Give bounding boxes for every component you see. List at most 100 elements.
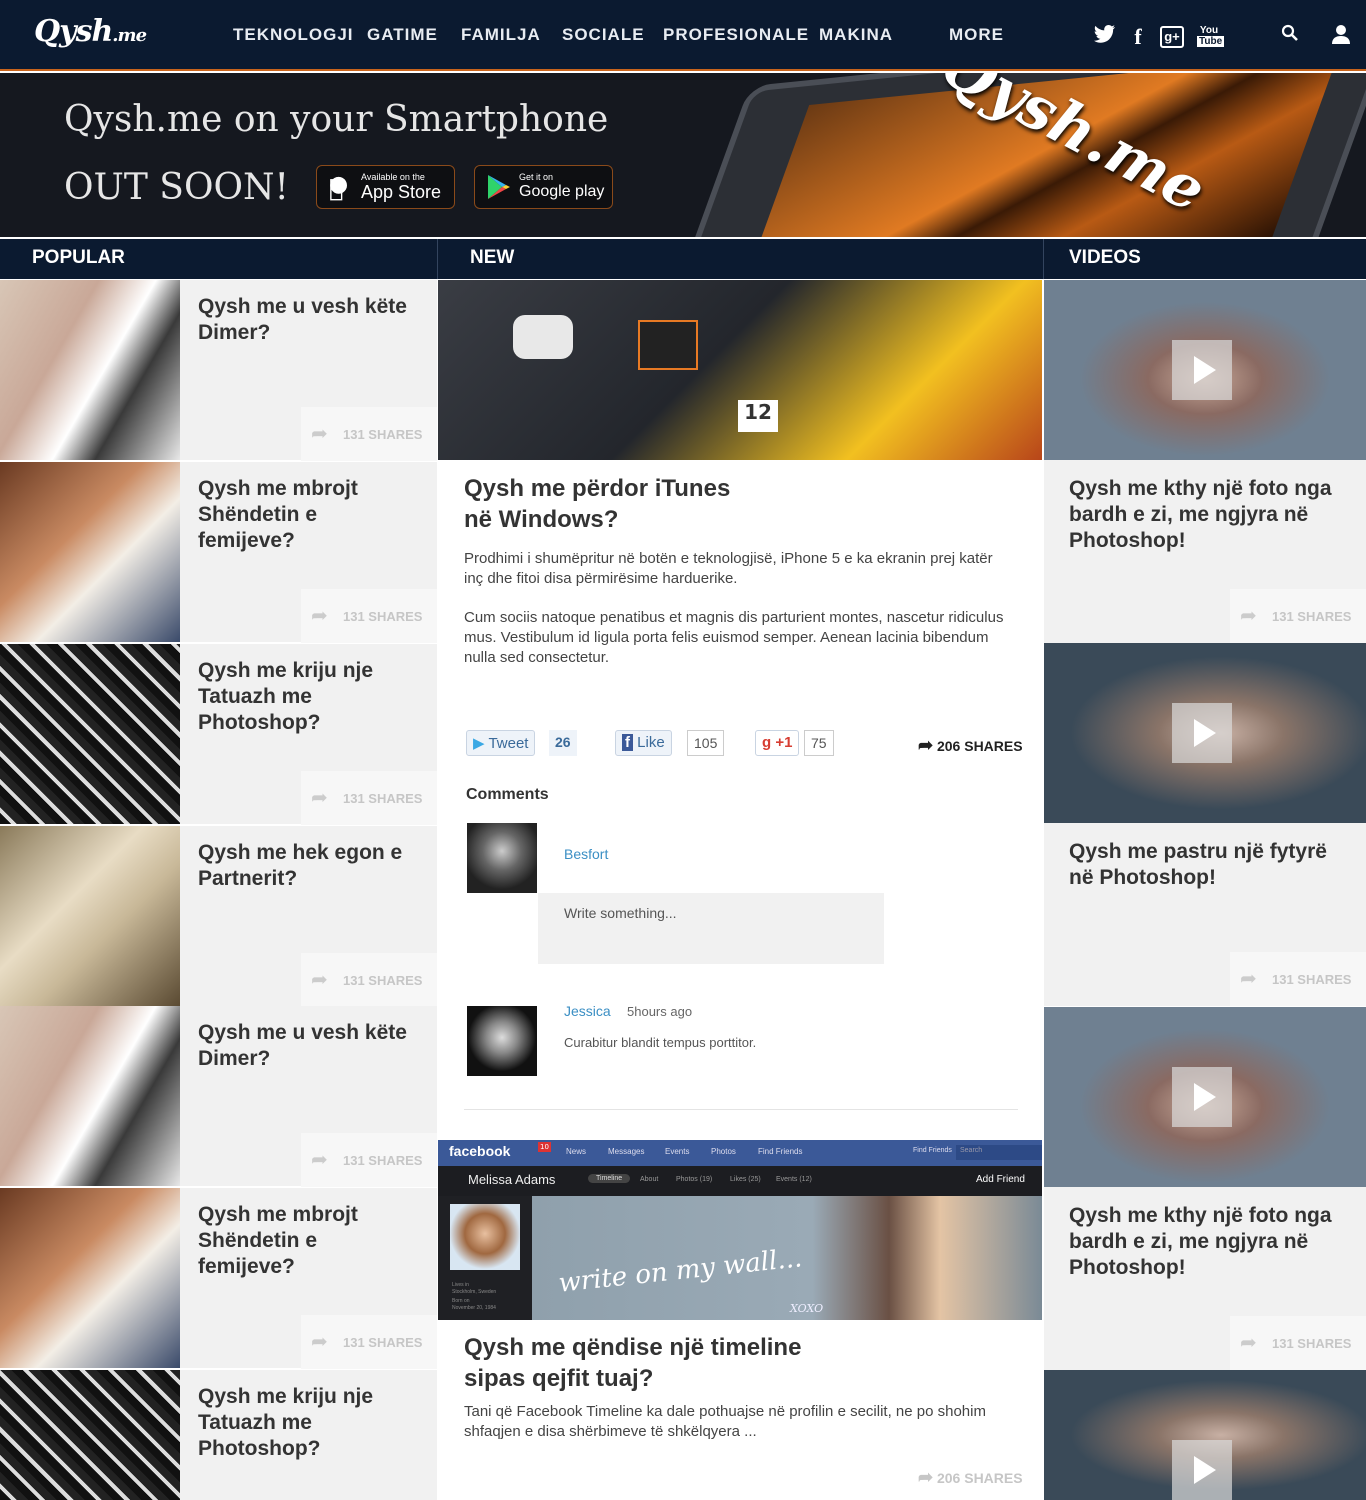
nav-item-gatime[interactable]: GATIME [367, 25, 438, 45]
share-button[interactable]: ➦ 131 SHARES [301, 771, 437, 825]
share-button[interactable]: ➦ 206 SHARES [918, 735, 1023, 756]
fb-search: Search [956, 1145, 1042, 1160]
nav-item-more[interactable]: MORE [949, 25, 1004, 45]
plus-one-button[interactable]: g +1 [755, 730, 800, 756]
popular-item[interactable]: Qysh me kriju nje Tatuazh me Photoshop? … [0, 644, 437, 825]
play-icon[interactable] [1172, 703, 1232, 763]
popular-title[interactable]: Qysh me kriju nje Tatuazh me Photoshop? [198, 658, 408, 736]
fb-subtab: Photos (19) [676, 1176, 713, 1183]
play-icon[interactable] [1172, 1067, 1232, 1127]
twitter-icon[interactable] [1093, 24, 1117, 49]
video-item[interactable]: Qysh me kthy një foto nga bardh e zi, me… [1044, 280, 1366, 643]
popular-item[interactable]: Qysh me u vesh këte Dimer? ➦ 131 SHARES [0, 280, 437, 461]
google-plus-icon[interactable]: g+ [1160, 26, 1184, 48]
google-play-icon [487, 174, 511, 206]
article-title[interactable]: Qysh me përdor iTunes [464, 473, 730, 504]
facebook-f-icon: f [622, 734, 633, 751]
app-promo-banner: Qysh.me Qysh.me on your Smartphone OUT S… [0, 73, 1366, 237]
article-title-line2[interactable]: sipas qejfit tuaj? [464, 1363, 653, 1394]
popular-heading: POPULAR [0, 239, 437, 279]
comment-input[interactable]: Write something... [538, 893, 884, 964]
fb-tab: Events [665, 1147, 690, 1156]
article-title[interactable]: Qysh me qëndise një timeline [464, 1332, 801, 1363]
share-arrow-icon: ➦ [311, 1147, 328, 1171]
share-button[interactable]: ➦ 131 SHARES [1230, 589, 1366, 643]
video-item[interactable]: Qysh me pastru një fytyrë në Photoshop! … [1044, 643, 1366, 1006]
apple-glyph: ● [329, 172, 349, 197]
article-title-line2[interactable]: në Windows? [464, 504, 618, 535]
popular-title[interactable]: Qysh me u vesh këte Dimer? [198, 294, 408, 346]
app-store-button[interactable]:  ● Available on the App Store [316, 165, 455, 209]
avatar [467, 823, 537, 893]
article-thumbnail[interactable] [0, 644, 180, 824]
facebook-timeline-image[interactable]: facebook 10 News Messages Events Photos … [438, 1140, 1042, 1320]
share-button[interactable]: ➦ 131 SHARES [301, 407, 437, 461]
facebook-icon[interactable]: f [1131, 24, 1145, 50]
tweet-button[interactable]: ▶ Tweet [466, 730, 536, 756]
video-title[interactable]: Qysh me pastru një fytyrë në Photoshop! [1069, 839, 1339, 891]
video-thumbnail[interactable] [1044, 1007, 1366, 1187]
share-button[interactable]: ➦ 131 SHARES [301, 589, 437, 643]
fb-subtab: Events (12) [776, 1176, 812, 1183]
article-thumbnail[interactable] [0, 462, 180, 642]
user-icon[interactable] [1331, 24, 1351, 49]
share-button[interactable]: ➦ 131 SHARES [1230, 1316, 1366, 1370]
comment-user-name[interactable]: Besfort [564, 846, 608, 862]
popular-item[interactable]: Qysh me mbrojt Shëndetin e femijeve? ➦ 13… [0, 1188, 437, 1369]
share-button[interactable]: ➦ 131 SHARES [301, 1133, 437, 1187]
popular-title[interactable]: Qysh me mbrojt Shëndetin e femijeve? [198, 476, 408, 554]
article-thumbnail[interactable] [0, 1006, 180, 1186]
popular-item[interactable]: Qysh me kriju nje Tatuazh me Photoshop? [0, 1370, 437, 1500]
fb-subtab: Timeline [588, 1174, 631, 1183]
like-button[interactable]: f Like [615, 730, 672, 756]
fb-cover-text: write on my wall... [557, 1243, 804, 1299]
video-title[interactable]: Qysh me kthy një foto nga bardh e zi, me… [1069, 476, 1339, 554]
nav-item-familja[interactable]: FAMILJA [461, 25, 541, 45]
popular-title[interactable]: Qysh me hek egon e Partnerit? [198, 840, 408, 892]
video-item[interactable] [1044, 1370, 1366, 1500]
popular-title[interactable]: Qysh me u vesh këte Dimer? [198, 1020, 408, 1072]
article-excerpt: Prodhimi i shumëpritur në botën e teknol… [464, 550, 993, 587]
article-thumbnail[interactable] [0, 826, 180, 1006]
nav-item-sociale[interactable]: SOCIALE [562, 25, 645, 45]
video-thumbnail[interactable] [1044, 1370, 1366, 1500]
fb-lives-in: Lives in [452, 1282, 469, 1288]
popular-title[interactable]: Qysh me mbrojt Shëndetin e femijeve? [198, 1202, 408, 1280]
fb-cover-signoff: XOXO [790, 1302, 824, 1315]
play-icon[interactable] [1172, 340, 1232, 400]
share-button[interactable]: ➦ 206 SHARES [918, 1467, 1023, 1488]
fb-add-friend: Add Friend [976, 1174, 1025, 1185]
search-icon[interactable] [1280, 24, 1300, 47]
play-icon[interactable] [1172, 1440, 1232, 1500]
site-logo[interactable]: Qysh.me [34, 14, 147, 49]
popular-item[interactable]: Qysh me u vesh këte Dimer? ➦ 131 SHARES [0, 1006, 437, 1187]
video-thumbnail[interactable] [1044, 280, 1366, 460]
share-arrow-icon: ➦ [311, 603, 328, 627]
nav-item-teknologji[interactable]: TEKNOLOGJI [233, 25, 354, 45]
share-button[interactable]: ➦ 131 SHARES [301, 953, 437, 1007]
article-thumbnail[interactable] [0, 1188, 180, 1368]
popular-item[interactable]: Qysh me mbrojt Shëndetin e femijeve? ➦ 13… [0, 462, 437, 643]
article-thumbnail[interactable] [0, 280, 180, 460]
article-excerpt: Tani që Facebook Timeline ka dale pothua… [464, 1403, 986, 1440]
fb-born-on: Born on [452, 1298, 470, 1304]
fb-tab: Messages [608, 1147, 645, 1156]
fb-profile-photo [450, 1204, 520, 1270]
article-hero-image[interactable]: 12 [438, 280, 1042, 460]
nav-item-makina[interactable]: MAKINA [819, 25, 893, 45]
video-thumbnail[interactable] [1044, 643, 1366, 823]
article-thumbnail[interactable] [0, 1370, 180, 1500]
divider [464, 1109, 1018, 1110]
popular-item[interactable]: Qysh me hek egon e Partnerit? ➦ 131 SHARE… [0, 826, 437, 1007]
share-arrow-icon: ➦ [1240, 603, 1257, 627]
video-title[interactable]: Qysh me kthy një foto nga bardh e zi, me… [1069, 1203, 1339, 1281]
youtube-icon[interactable]: You Tube [1197, 25, 1225, 47]
share-button[interactable]: ➦ 131 SHARES [1230, 952, 1366, 1006]
video-item[interactable]: Qysh me kthy një foto nga bardh e zi, me… [1044, 1007, 1366, 1370]
popular-title[interactable]: Qysh me kriju nje Tatuazh me Photoshop? [198, 1384, 408, 1462]
share-button[interactable]: ➦ 131 SHARES [301, 1315, 437, 1369]
google-play-button[interactable]: Get it on Google play [474, 165, 613, 209]
nav-item-profesionale[interactable]: PROFESIONALE [663, 25, 809, 45]
fb-tab: News [566, 1147, 587, 1156]
comment-author[interactable]: Jessica [564, 1003, 611, 1019]
